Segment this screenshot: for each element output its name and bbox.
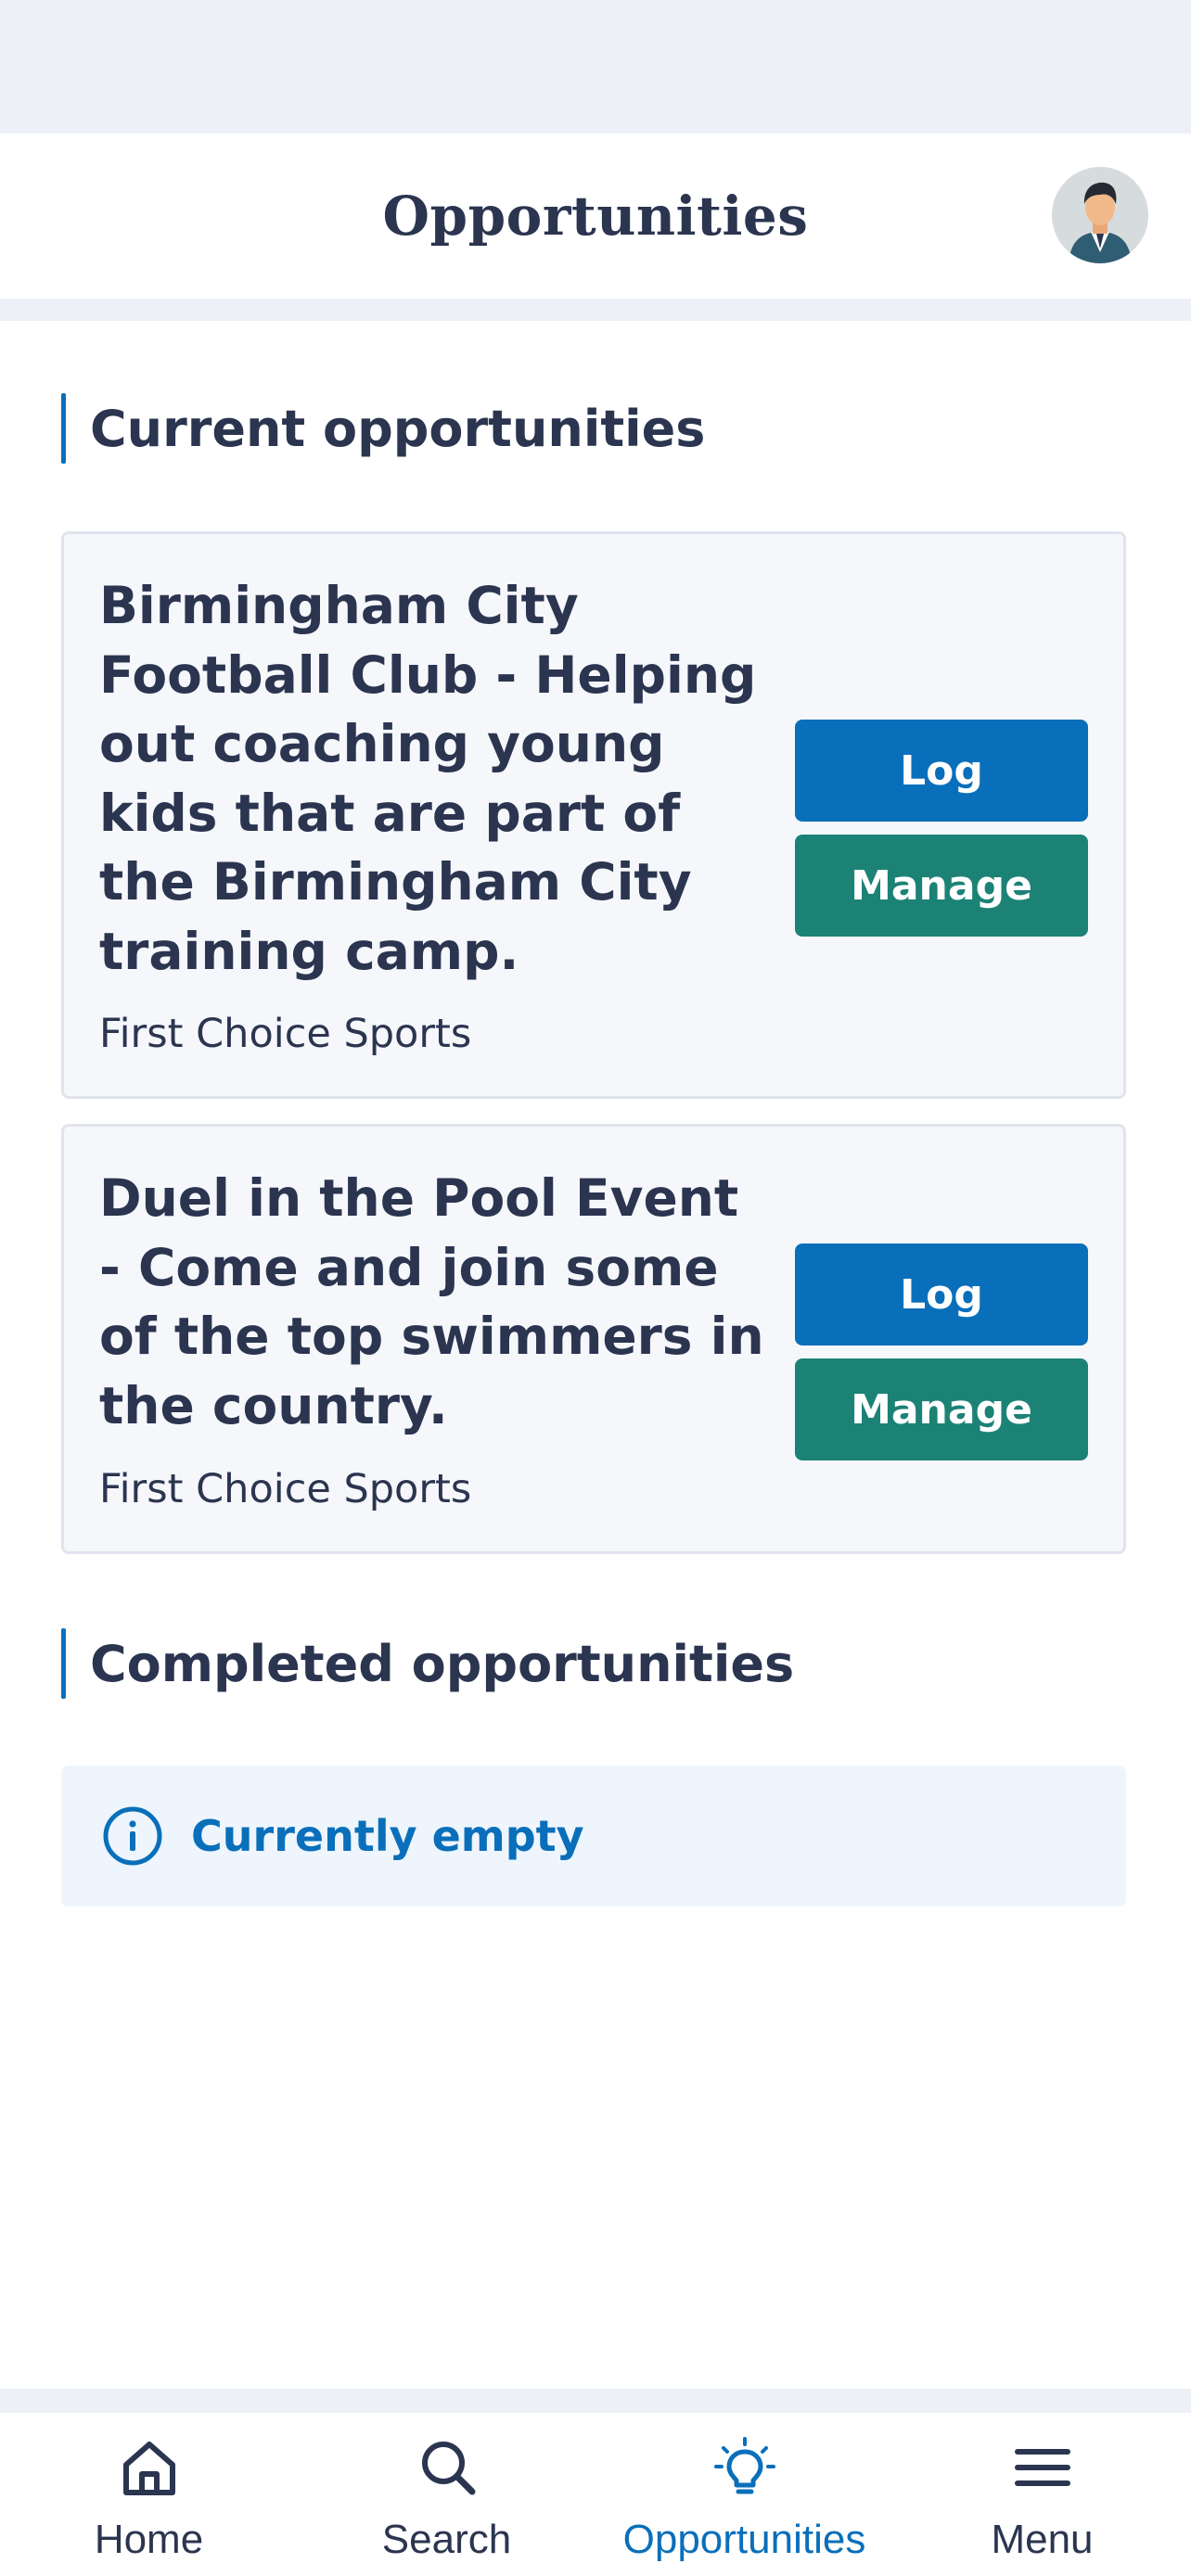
empty-state-text: Currently empty <box>191 1811 584 1861</box>
lightbulb-icon <box>713 2437 775 2494</box>
nav-label: Home <box>94 2517 204 2562</box>
page-title: Opportunities <box>382 185 809 248</box>
home-icon <box>122 2442 175 2495</box>
opportunity-card: Duel in the Pool Event - Come and join s… <box>61 1124 1126 1554</box>
nav-label: Menu <box>991 2517 1094 2562</box>
nav-label: Search <box>381 2517 512 2562</box>
nav-item-menu[interactable]: Menu <box>893 2413 1191 2576</box>
nav-divider <box>0 2389 1191 2413</box>
section-title: Completed opportunities <box>90 1634 795 1693</box>
nav-label: Opportunities <box>622 2517 866 2562</box>
search-icon <box>421 2442 475 2495</box>
header-divider <box>0 299 1191 321</box>
opportunity-title: Birmingham City Football Club - Helping … <box>99 576 757 981</box>
status-bar <box>0 0 1191 134</box>
bottom-navigation: Home Search Opportunities Menu <box>0 2413 1191 2576</box>
opportunity-organisation: First Choice Sports <box>99 1466 472 1512</box>
nav-item-opportunities[interactable]: Opportunities <box>596 2413 893 2576</box>
section-title: Current opportunities <box>90 399 706 458</box>
nav-item-home[interactable]: Home <box>0 2413 298 2576</box>
log-button[interactable]: Log <box>795 720 1088 822</box>
hamburger-menu-icon <box>1014 2449 1070 2486</box>
heading-accent-bar <box>61 1628 66 1699</box>
nav-item-search[interactable]: Search <box>298 2413 596 2576</box>
info-icon <box>103 1806 162 1866</box>
log-button[interactable]: Log <box>795 1243 1088 1345</box>
opportunity-card: Birmingham City Football Club - Helping … <box>61 531 1126 1099</box>
manage-button[interactable]: Manage <box>795 1358 1088 1460</box>
opportunity-organisation: First Choice Sports <box>99 1011 472 1057</box>
opportunity-title: Duel in the Pool Event - Come and join s… <box>99 1168 764 1435</box>
avatar[interactable] <box>1052 167 1148 263</box>
app-header: Opportunities <box>0 134 1191 299</box>
heading-accent-bar <box>61 393 66 464</box>
user-avatar-icon <box>1052 167 1148 263</box>
current-opportunities-heading: Current opportunities <box>61 393 705 464</box>
empty-state-notice: Currently empty <box>61 1766 1126 1906</box>
manage-button[interactable]: Manage <box>795 835 1088 937</box>
completed-opportunities-heading: Completed opportunities <box>61 1628 794 1699</box>
